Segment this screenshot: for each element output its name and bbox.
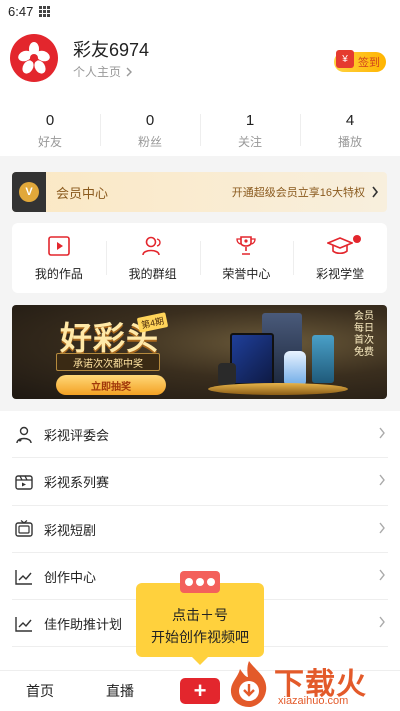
bottle-product-image bbox=[284, 351, 306, 387]
vip-title: 会员中心 bbox=[56, 185, 109, 201]
homepage-link[interactable]: 个人主页 bbox=[73, 63, 133, 80]
menu-item-label: 彩视短剧 bbox=[44, 522, 97, 538]
signin-label: 签到 bbox=[358, 57, 380, 69]
stats-row: 0 好友 0 粉丝 1 关注 4 播放 bbox=[0, 106, 400, 156]
tab-live[interactable]: 直播 bbox=[80, 681, 160, 701]
watch-product-image bbox=[218, 363, 236, 385]
stat-following[interactable]: 1 关注 bbox=[200, 106, 300, 156]
gold-stage bbox=[208, 383, 348, 395]
create-video-tooltip: 点击＋号 开始创作视频吧 bbox=[136, 571, 264, 665]
trophy-icon bbox=[236, 235, 257, 255]
stat-value: 1 bbox=[245, 112, 255, 129]
stat-label: 粉丝 bbox=[137, 135, 162, 149]
feature-grid: 我的作品 我的群组 荣誉中心 彩视学堂 bbox=[12, 223, 387, 293]
profile-header: 彩友6974 个人主页 ¥ 签到 0 好友 0 粉丝 1 关注 4 播放 bbox=[0, 22, 400, 156]
username: 彩友6974 bbox=[73, 40, 150, 60]
feature-label: 我的群组 bbox=[128, 266, 177, 281]
stat-value: 4 bbox=[345, 112, 355, 129]
watermark-logo: 下载火 xiazaihuo.com bbox=[226, 657, 392, 711]
stat-label: 播放 bbox=[337, 135, 362, 149]
draw-now-button[interactable]: 立即抽奖 bbox=[56, 375, 166, 395]
signin-button[interactable]: ¥ 签到 bbox=[334, 50, 386, 72]
banner-subtitle: 承诺次次都中奖 bbox=[56, 353, 160, 371]
stat-value: 0 bbox=[145, 112, 155, 129]
tablet-product-image bbox=[230, 333, 274, 385]
promo-banner[interactable]: 好彩头 第4期 承诺次次都中奖 立即抽奖 会员每日首次免费 bbox=[12, 305, 387, 399]
homepage-link-label: 个人主页 bbox=[73, 65, 122, 79]
create-plus-button[interactable]: + bbox=[180, 678, 220, 704]
feature-honor-center[interactable]: 荣誉中心 bbox=[199, 223, 294, 293]
video-frame-icon bbox=[48, 235, 70, 256]
film-reel-icon bbox=[180, 571, 220, 593]
status-bar: 6:47 bbox=[0, 0, 400, 22]
flame-download-icon bbox=[230, 661, 267, 707]
chart-line-icon bbox=[14, 567, 34, 587]
status-time: 6:47 bbox=[8, 3, 34, 19]
cup-product-image bbox=[312, 335, 334, 383]
group-icon bbox=[141, 236, 161, 255]
app-grid-icon bbox=[39, 5, 51, 17]
gift-icon: ¥ bbox=[336, 50, 354, 68]
vip-badge: V bbox=[12, 172, 46, 212]
vip-promo: 开通超级会员立享16大特权 bbox=[231, 187, 365, 199]
chevron-right-icon bbox=[378, 569, 386, 584]
jury-icon bbox=[14, 425, 34, 445]
banner-side-text: 会员每日首次免费 bbox=[354, 311, 374, 358]
menu-item-label: 创作中心 bbox=[44, 570, 97, 586]
series-icon bbox=[14, 472, 34, 492]
avatar[interactable] bbox=[10, 34, 58, 82]
menu-item-jury[interactable]: 彩视评委会 bbox=[0, 411, 400, 459]
flower-logo-icon bbox=[18, 42, 50, 74]
menu-item-label: 佳作助推计划 bbox=[44, 617, 123, 633]
feature-label: 我的作品 bbox=[34, 266, 83, 281]
chevron-right-icon bbox=[372, 186, 379, 198]
vip-center-bar[interactable]: V 会员中心 开通超级会员立享16大特权 bbox=[12, 172, 387, 212]
stat-friends[interactable]: 0 好友 bbox=[0, 106, 100, 156]
notification-dot bbox=[353, 235, 361, 243]
feature-academy[interactable]: 彩视学堂 bbox=[293, 223, 387, 293]
vip-v-icon: V bbox=[19, 182, 39, 202]
stat-plays[interactable]: 4 播放 bbox=[300, 106, 400, 156]
stat-label: 好友 bbox=[37, 135, 62, 149]
menu-item-label: 彩视评委会 bbox=[44, 428, 110, 444]
menu-item-series[interactable]: 彩视系列赛 bbox=[0, 458, 400, 506]
stat-label: 关注 bbox=[237, 135, 262, 149]
stat-fans[interactable]: 0 粉丝 bbox=[100, 106, 200, 156]
tooltip-line-2: 开始创作视频吧 bbox=[151, 629, 249, 645]
menu-item-short-drama[interactable]: 彩视短剧 bbox=[0, 506, 400, 554]
chevron-right-icon bbox=[126, 67, 133, 76]
menu-item-label: 彩视系列赛 bbox=[44, 475, 110, 491]
chevron-right-icon bbox=[378, 616, 386, 631]
watermark-url: xiazaihuo.com bbox=[278, 695, 349, 707]
graduation-cap-icon bbox=[327, 236, 354, 254]
feature-label: 彩视学堂 bbox=[316, 266, 365, 281]
chevron-right-icon bbox=[378, 522, 386, 537]
tab-home[interactable]: 首页 bbox=[0, 681, 80, 701]
chevron-right-icon bbox=[378, 427, 386, 442]
tv-icon bbox=[14, 519, 34, 539]
chevron-right-icon bbox=[378, 474, 386, 489]
feature-my-works[interactable]: 我的作品 bbox=[12, 223, 106, 293]
tooltip-line-1: 点击＋号 bbox=[172, 607, 228, 623]
stat-value: 0 bbox=[45, 112, 55, 129]
feature-my-groups[interactable]: 我的群组 bbox=[105, 223, 200, 293]
feature-label: 荣誉中心 bbox=[222, 266, 271, 281]
chart-line-icon bbox=[14, 614, 34, 634]
